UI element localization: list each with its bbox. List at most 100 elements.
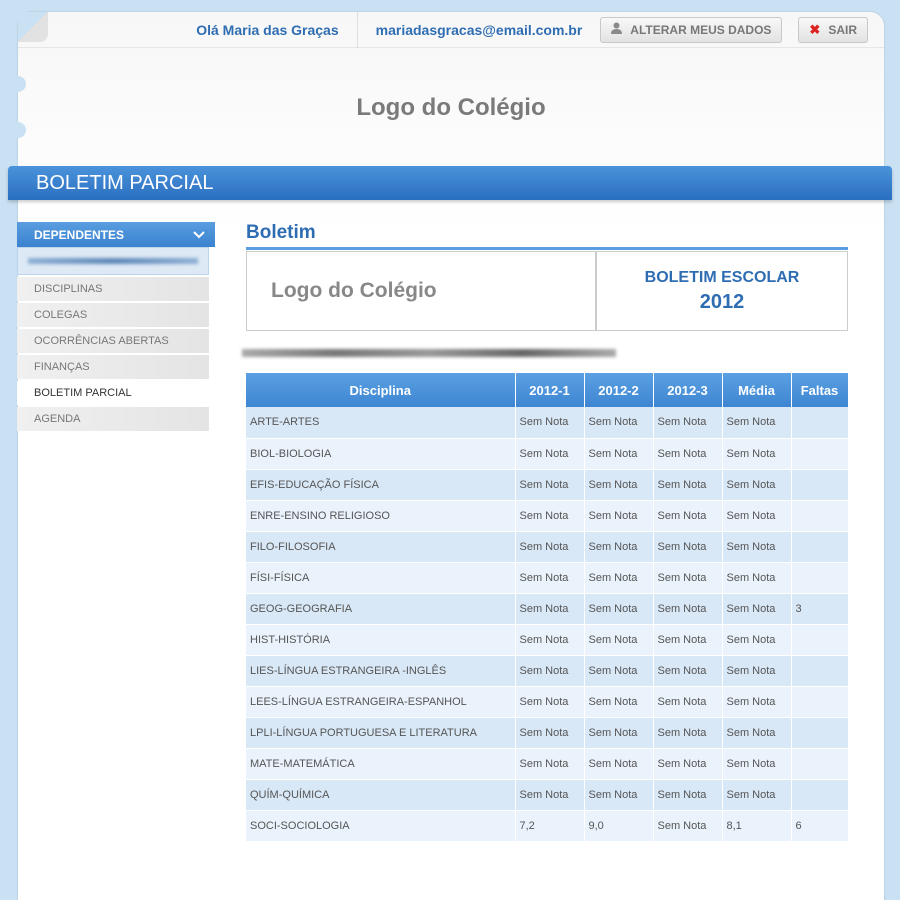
grade-cell: Sem Nota <box>515 624 585 656</box>
column-header: 2012-2 <box>584 373 654 407</box>
grade-cell: Sem Nota <box>722 655 792 687</box>
grade-cell: Sem Nota <box>584 655 654 687</box>
subject-cell: MATE-MATEMÁTICA <box>246 748 516 780</box>
report-year: 2012 <box>699 290 745 313</box>
grade-cell: Sem Nota <box>584 407 654 439</box>
grade-cell <box>791 500 849 532</box>
binder-hole <box>10 122 26 138</box>
subject-cell: BIOL-BIOLOGIA <box>246 438 516 470</box>
redacted-name <box>28 258 198 264</box>
table-row: FILO-FILOSOFIA Sem Nota Sem Nota Sem Nota Se… <box>246 531 849 563</box>
table-row: EFIS-EDUCAÇÃO FÍSICA Sem Nota Sem Nota Sem … <box>246 469 849 501</box>
grade-cell <box>791 686 849 718</box>
dependents-label: DEPENDENTES <box>34 227 125 242</box>
table-row: ARTE-ARTES Sem Nota Sem Nota Sem Nota Sem No… <box>246 407 849 439</box>
edit-profile-button[interactable]: ALTERAR MEUS DADOS <box>600 16 783 43</box>
grade-cell <box>791 779 849 811</box>
grade-cell <box>791 624 849 656</box>
subject-cell: GEOG-GEOGRAFIA <box>246 593 516 625</box>
grade-cell: Sem Nota <box>722 531 792 563</box>
table-row: SOCI-SOCIOLOGIA 7,2 9,0 Sem Nota 8,1 6 <box>246 810 849 842</box>
grade-cell <box>791 407 849 439</box>
grade-cell: Sem Nota <box>515 748 585 780</box>
column-header: 2012-1 <box>515 373 585 407</box>
grade-cell: Sem Nota <box>653 407 723 439</box>
table-row: FÍSI-FÍSICA Sem Nota Sem Nota Sem Nota Sem N… <box>246 562 849 594</box>
grade-cell: Sem Nota <box>584 624 654 656</box>
sidebar-item-agenda[interactable]: AGENDA <box>17 407 209 431</box>
grade-cell: Sem Nota <box>584 469 654 501</box>
table-row: ENRE-ENSINO RELIGIOSO Sem Nota Sem Nota Sem… <box>246 500 849 532</box>
grade-cell: Sem Nota <box>722 593 792 625</box>
subject-cell: ARTE-ARTES <box>246 407 516 439</box>
grade-cell: Sem Nota <box>653 500 723 532</box>
sidebar: DEPENDENTES DISCIPLINAS COLEGAS OCORRÊNCIA… <box>17 222 215 431</box>
grade-cell: 3 <box>791 593 849 625</box>
sidebar-item-ocorrências-abertas[interactable]: OCORRÊNCIAS ABERTAS <box>17 329 209 353</box>
grade-cell <box>791 655 849 687</box>
grade-cell: Sem Nota <box>584 500 654 532</box>
table-row: LPLI-LÍNGUA PORTUGUESA E LITERATURA Sem N… <box>246 717 849 749</box>
grade-cell: Sem Nota <box>515 407 585 439</box>
grade-cell: Sem Nota <box>722 500 792 532</box>
sidebar-item-disciplinas[interactable]: DISCIPLINAS <box>17 277 209 301</box>
grade-cell: Sem Nota <box>653 717 723 749</box>
table-row: BIOL-BIOLOGIA Sem Nota Sem Nota Sem Nota Sem… <box>246 438 849 470</box>
grade-cell: Sem Nota <box>584 531 654 563</box>
report-heading: BOLETIM ESCOLAR 2012 <box>597 252 847 330</box>
grade-cell: Sem Nota <box>653 562 723 594</box>
grade-cell: Sem Nota <box>653 531 723 563</box>
grade-cell: Sem Nota <box>584 748 654 780</box>
subject-cell: LPLI-LÍNGUA PORTUGUESA E LITERATURA <box>246 717 516 749</box>
grade-cell: Sem Nota <box>584 717 654 749</box>
column-header: Disciplina <box>246 373 516 407</box>
dependents-dropdown[interactable]: DEPENDENTES <box>17 222 215 247</box>
page-title: BOLETIM PARCIAL <box>8 166 892 200</box>
report-logo: Logo do Colégio <box>247 252 597 330</box>
logout-button[interactable]: ✖ SAIR <box>798 16 868 43</box>
user-icon <box>611 22 623 37</box>
grade-cell: Sem Nota <box>515 500 585 532</box>
grade-cell: 8,1 <box>722 810 792 842</box>
grade-cell: 7,2 <box>515 810 585 842</box>
subject-cell: EFIS-EDUCAÇÃO FÍSICA <box>246 469 516 501</box>
grade-cell: Sem Nota <box>584 593 654 625</box>
grade-cell: Sem Nota <box>515 562 585 594</box>
grade-cell: Sem Nota <box>722 748 792 780</box>
table-row: GEOG-GEOGRAFIA Sem Nota Sem Nota Sem Nota Se… <box>246 593 849 625</box>
grade-cell: Sem Nota <box>653 655 723 687</box>
sidebar-item-finanças[interactable]: FINANÇAS <box>17 355 209 379</box>
subject-cell: LEES-LÍNGUA ESTRANGEIRA-ESPANHOL <box>246 686 516 718</box>
table-row: QUÍM-QUÍMICA Sem Nota Sem Nota Sem Nota Sem … <box>246 779 849 811</box>
table-row: LIES-LÍNGUA ESTRANGEIRA -INGLÊS Sem Nota S… <box>246 655 849 687</box>
grade-cell: Sem Nota <box>653 748 723 780</box>
chevron-down-icon <box>193 228 205 242</box>
grade-cell: Sem Nota <box>515 686 585 718</box>
subject-cell: FILO-FILOSOFIA <box>246 531 516 563</box>
user-greeting: Olá Maria das Graças <box>196 21 339 38</box>
report-title: BOLETIM ESCOLAR <box>644 268 800 286</box>
report-header: Logo do Colégio BOLETIM ESCOLAR 2012 <box>246 251 848 331</box>
grade-cell: Sem Nota <box>653 779 723 811</box>
selected-dependent[interactable] <box>17 247 209 275</box>
edit-profile-label: ALTERAR MEUS DADOS <box>630 22 772 37</box>
subject-cell: FÍSI-FÍSICA <box>246 562 516 594</box>
grade-cell <box>791 469 849 501</box>
grade-cell: Sem Nota <box>722 717 792 749</box>
sidebar-item-colegas[interactable]: COLEGAS <box>17 303 209 327</box>
subject-cell: ENRE-ENSINO RELIGIOSO <box>246 500 516 532</box>
grade-cell: Sem Nota <box>515 438 585 470</box>
sidebar-item-boletim-parcial[interactable]: BOLETIM PARCIAL <box>17 381 209 405</box>
sidebar-menu: DISCIPLINAS COLEGAS OCORRÊNCIAS ABERTAS FIN… <box>17 277 215 431</box>
grade-cell: Sem Nota <box>515 655 585 687</box>
grade-cell: Sem Nota <box>515 779 585 811</box>
grade-cell: Sem Nota <box>722 562 792 594</box>
grade-cell: Sem Nota <box>653 438 723 470</box>
grade-cell: Sem Nota <box>515 593 585 625</box>
grade-cell <box>791 748 849 780</box>
grade-cell <box>791 531 849 563</box>
grade-cell: Sem Nota <box>653 469 723 501</box>
table-row: HIST-HISTÓRIA Sem Nota Sem Nota Sem Nota Sem… <box>246 624 849 656</box>
grade-cell: Sem Nota <box>653 593 723 625</box>
grade-cell: 6 <box>791 810 849 842</box>
